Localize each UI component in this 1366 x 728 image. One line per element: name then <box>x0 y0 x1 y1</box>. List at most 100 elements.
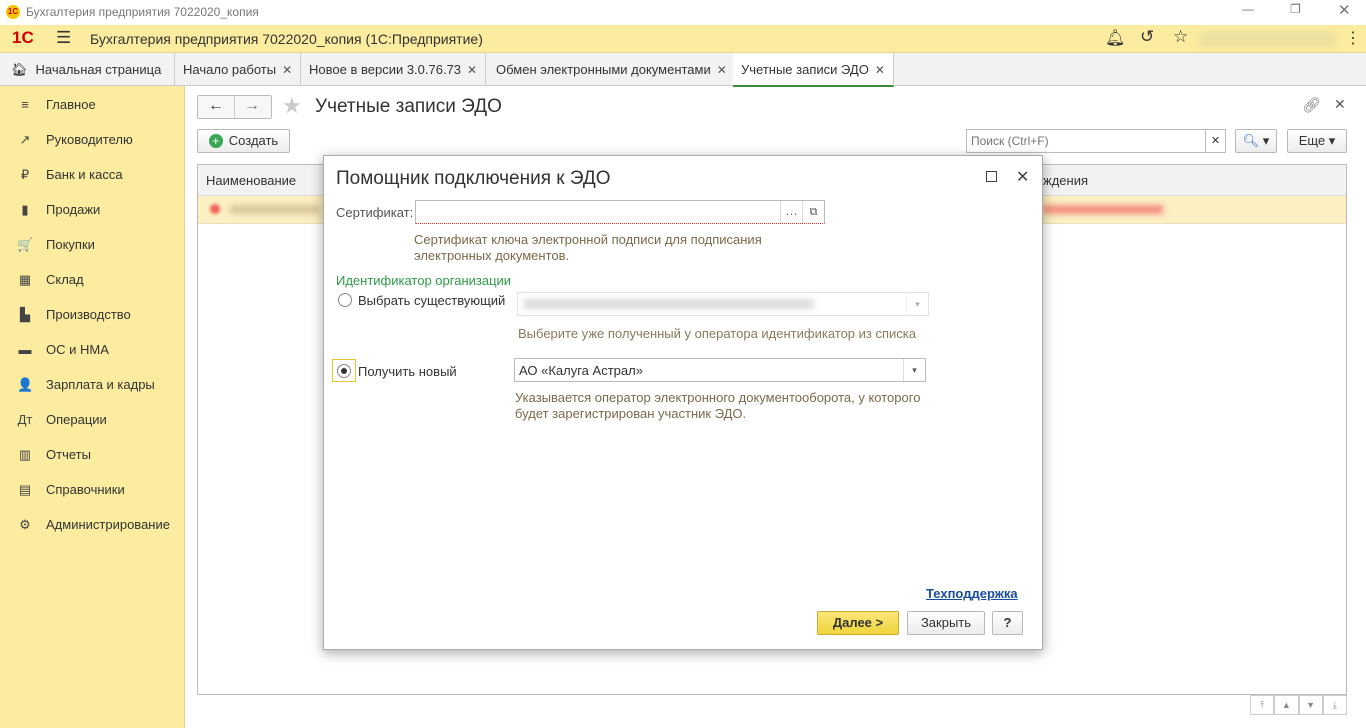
section-icon: ₽ <box>20 167 30 182</box>
scroll-top-button[interactable]: ⤒ <box>1250 695 1275 715</box>
radio-existing-label[interactable]: Выбрать существующий <box>358 293 505 308</box>
radio-new-label[interactable]: Получить новый <box>358 364 457 379</box>
sidebar-item-label: ОС и НМА <box>46 342 109 357</box>
sidebar: ≡ Главное ↗ Руководителю ₽ Банк и касса ▮ Прода… <box>0 86 185 728</box>
tab-home[interactable]: 🏠︎ Начальная страница <box>0 53 175 86</box>
blurred-cell <box>230 205 320 214</box>
section-icon: Дт <box>17 412 33 427</box>
home-icon: 🏠︎ <box>11 62 28 77</box>
section-icon: ▥ <box>18 447 32 462</box>
column-name[interactable]: Наименование <box>206 173 296 188</box>
bell-icon[interactable]: 🔔︎ <box>1105 28 1125 48</box>
sidebar-item-label: Руководителю <box>46 132 133 147</box>
clear-search-button[interactable]: ✕ <box>1205 129 1226 153</box>
close-page-icon[interactable]: ✕ <box>1334 96 1346 113</box>
sidebar-item-label: Покупки <box>46 237 95 252</box>
operator-select[interactable]: АО «Калуга Астрал» ▾ <box>514 358 926 382</box>
section-icon: ▮ <box>21 202 29 217</box>
sidebar-item[interactable]: ▤ Справочники <box>0 472 185 507</box>
tab-start[interactable]: Начало работы ✕ <box>175 53 302 86</box>
close-tab-icon[interactable]: ✕ <box>282 63 292 77</box>
support-link[interactable]: Техподдержка <box>926 586 1018 601</box>
tab-label: Новое в версии 3.0.76.73 <box>309 62 462 77</box>
favorite-star-icon[interactable]: ★ <box>282 93 302 119</box>
sidebar-item[interactable]: ↗ Руководителю <box>0 122 185 157</box>
scroll-down-button[interactable]: ▼ <box>1298 695 1323 715</box>
dropdown-arrow-icon[interactable]: ▾ <box>903 359 925 381</box>
close-button[interactable]: Закрыть <box>907 611 985 635</box>
sidebar-item-label: Склад <box>46 272 84 287</box>
section-icon: 🛒 <box>17 237 34 252</box>
create-button[interactable]: + Создать <box>197 129 290 153</box>
app-header: 1С ☰ Бухгалтерия предприятия 7022020_коп… <box>0 25 1366 53</box>
app-logo-icon: 1С <box>6 5 20 19</box>
sidebar-item-label: Администрирование <box>46 517 170 532</box>
sidebar-item[interactable]: ▬ ОС и НМА <box>0 332 185 367</box>
history-icon[interactable]: ↺ <box>1140 27 1154 47</box>
scroll-up-button[interactable]: ▲ <box>1274 695 1299 715</box>
window-title: Бухгалтерия предприятия 7022020_копия <box>26 5 259 19</box>
section-icon: ⚙ <box>19 517 31 532</box>
sidebar-item[interactable]: ▥ Отчеты <box>0 437 185 472</box>
sidebar-item-label: Главное <box>46 97 96 112</box>
sidebar-item[interactable]: Дт Операции <box>0 402 185 437</box>
user-name-blurred[interactable] <box>1200 32 1335 46</box>
sidebar-item[interactable]: ▮ Продажи <box>0 192 185 227</box>
close-window-button[interactable]: ✕ <box>1338 1 1351 19</box>
search-input[interactable] <box>966 129 1206 153</box>
sidebar-item-label: Операции <box>46 412 107 427</box>
select-certificate-button[interactable]: … <box>780 201 802 223</box>
link-icon[interactable]: 🔗︎ <box>1302 96 1321 114</box>
settings-menu-icon[interactable]: ⋮ <box>1345 28 1361 48</box>
certificate-field[interactable]: … ⧉ <box>415 200 825 224</box>
help-button[interactable]: ? <box>992 611 1023 635</box>
blurred-id-value <box>524 299 814 309</box>
close-tab-icon[interactable]: ✕ <box>875 63 885 77</box>
edo-connection-wizard-dialog: Помощник подключения к ЭДО ✕ Сертификат:… <box>323 155 1043 650</box>
tab-edo-exchange[interactable]: Обмен электронными документами ✕ <box>488 53 736 86</box>
radio-existing[interactable] <box>338 293 352 307</box>
close-dialog-button[interactable]: ✕ <box>1016 167 1029 187</box>
sidebar-item-label: Справочники <box>46 482 125 497</box>
sidebar-item-label: Зарплата и кадры <box>46 377 155 392</box>
dropdown-arrow-icon[interactable]: ▾ <box>906 293 928 315</box>
sidebar-item[interactable]: ⚙ Администрирование <box>0 507 185 542</box>
certificate-label: Сертификат: <box>336 205 414 220</box>
sidebar-item-label: Продажи <box>46 202 101 217</box>
radio-new[interactable] <box>337 364 351 378</box>
search-icon: 🔍︎ <box>1242 133 1260 148</box>
back-button[interactable]: ← <box>208 97 224 115</box>
next-button[interactable]: Далее > <box>817 611 899 635</box>
more-button[interactable]: Еще ▾ <box>1287 129 1347 153</box>
restore-button[interactable]: ❐ <box>1290 2 1301 16</box>
close-tab-icon[interactable]: ✕ <box>467 63 477 77</box>
dialog-title: Помощник подключения к ЭДО <box>336 168 611 189</box>
sidebar-item[interactable]: 🛒 Покупки <box>0 227 185 262</box>
sidebar-item[interactable]: ▙ Производство <box>0 297 185 332</box>
plus-icon: + <box>208 134 223 148</box>
tab-label: Обмен электронными документами <box>496 62 711 77</box>
sidebar-item[interactable]: ₽ Банк и касса <box>0 157 185 192</box>
menu-icon[interactable]: ☰ <box>56 28 71 48</box>
sidebar-item-label: Банк и касса <box>46 167 123 182</box>
tab-whats-new[interactable]: Новое в версии 3.0.76.73 ✕ <box>301 53 487 86</box>
maximize-dialog-button[interactable] <box>986 171 997 182</box>
existing-id-select[interactable]: ▾ <box>517 292 929 316</box>
sidebar-item[interactable]: 👤 Зарплата и кадры <box>0 367 185 402</box>
scroll-bottom-button[interactable]: ⤓ <box>1322 695 1347 715</box>
sidebar-item[interactable]: ≡ Главное <box>0 87 185 122</box>
minimize-button[interactable]: — <box>1242 2 1254 16</box>
close-tab-icon[interactable]: ✕ <box>717 63 727 77</box>
section-icon: ▤ <box>18 482 32 497</box>
tab-edo-accounts[interactable]: Учетные записи ЭДО ✕ <box>733 53 894 87</box>
certificate-hint: Сертификат ключа электронной подписи для… <box>414 232 762 263</box>
forward-button[interactable]: → <box>244 97 260 115</box>
tab-label: Начальная страница <box>35 62 162 77</box>
open-certificate-button[interactable]: ⧉ <box>802 201 824 223</box>
search-button[interactable]: 🔍︎ ▾ <box>1235 129 1277 153</box>
column-status[interactable]: ждения <box>1043 173 1088 188</box>
favorites-star-icon[interactable]: ☆ <box>1173 27 1188 47</box>
app-title: Бухгалтерия предприятия 7022020_копия (1… <box>90 31 483 47</box>
org-id-heading: Идентификатор организации <box>336 273 512 288</box>
sidebar-item[interactable]: ▦ Склад <box>0 262 185 297</box>
